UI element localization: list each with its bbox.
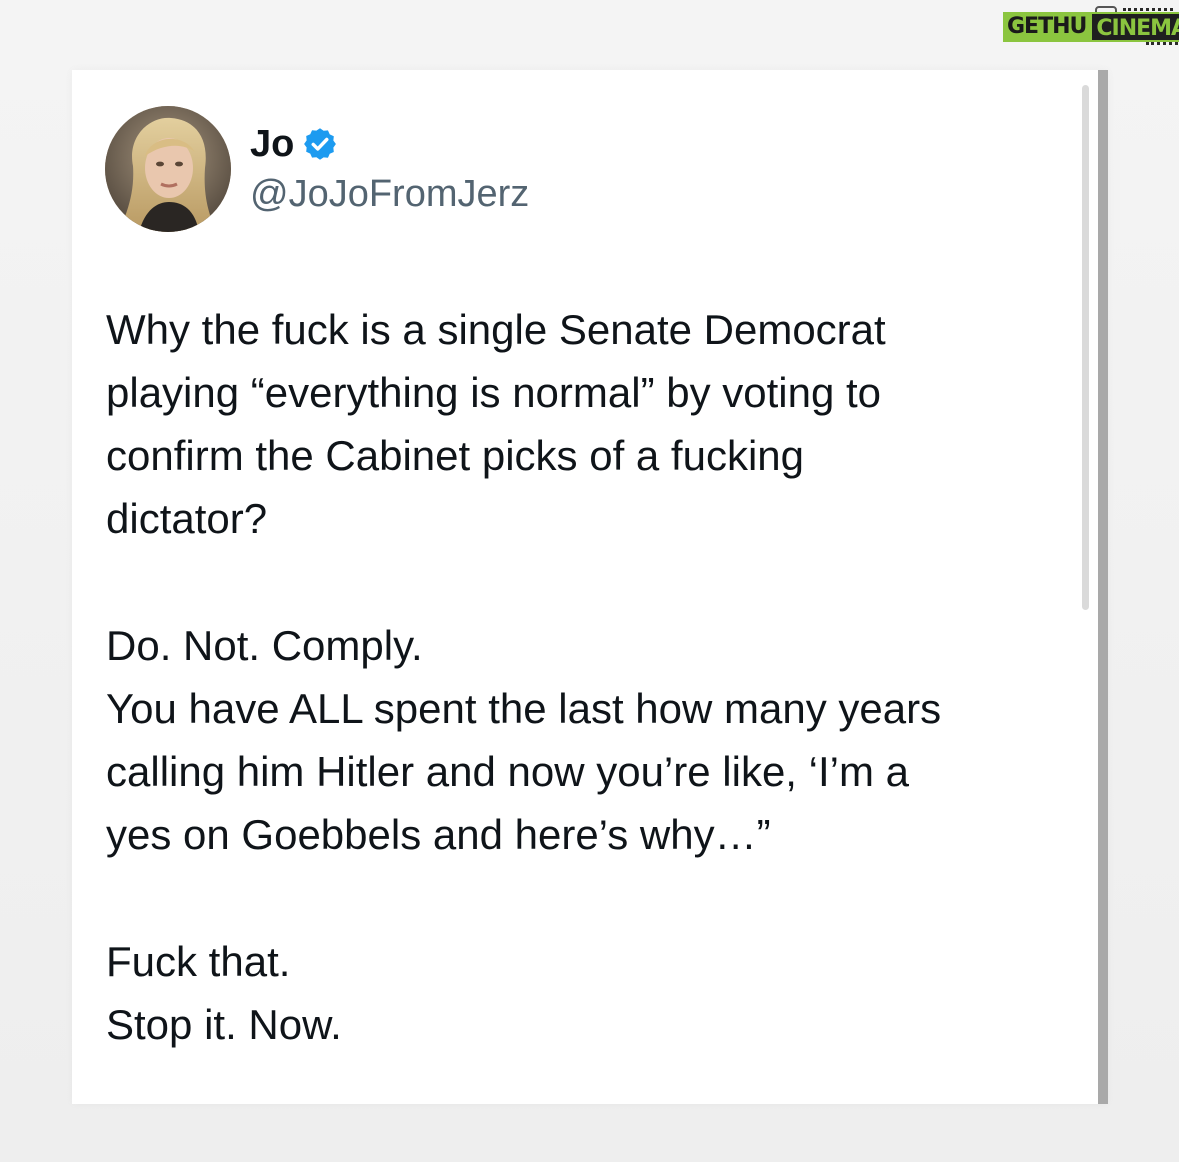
author-name-row[interactable]: Jo xyxy=(250,122,338,166)
screenshot-page: GETHU CINEMA Jo @JoJoFromJerz Why the fu… xyxy=(0,0,1179,1162)
post-text-line: calling him Hitler and now you’re like, … xyxy=(106,748,909,795)
post-text-line: Why the fuck is a single Senate Democrat xyxy=(106,306,886,353)
watermark-wordmark: GETHU CINEMA xyxy=(1003,12,1179,42)
verified-badge-icon xyxy=(304,128,337,160)
avatar[interactable] xyxy=(105,106,231,232)
profile-photo-icon xyxy=(105,106,231,232)
film-strip-bottom-icon xyxy=(1146,42,1178,48)
scrollbar[interactable] xyxy=(1082,85,1089,610)
gethu-cinema-watermark-logo: GETHU CINEMA xyxy=(1003,6,1179,48)
display-name[interactable]: Jo xyxy=(250,122,294,166)
watermark-text-part2: CINEMA xyxy=(1090,12,1179,42)
user-handle[interactable]: @JoJoFromJerz xyxy=(250,172,529,216)
post-text-line: yes on Goebbels and here’s why…” xyxy=(106,811,771,858)
watermark-text-part1: GETHU xyxy=(1003,12,1091,42)
post-text-line: Do. Not. Comply. xyxy=(106,622,423,669)
post-text-line: Stop it. Now. xyxy=(106,1001,342,1048)
card-right-edge xyxy=(1098,70,1108,1104)
post-text-line: Fuck that. xyxy=(106,938,291,985)
post-text-line: playing “everything is normal” by voting… xyxy=(106,369,882,416)
post-text-line: dictator? xyxy=(106,495,268,542)
post-text-line: confirm the Cabinet picks of a fucking xyxy=(106,432,805,479)
post-text-line: You have ALL spent the last how many yea… xyxy=(106,685,942,732)
